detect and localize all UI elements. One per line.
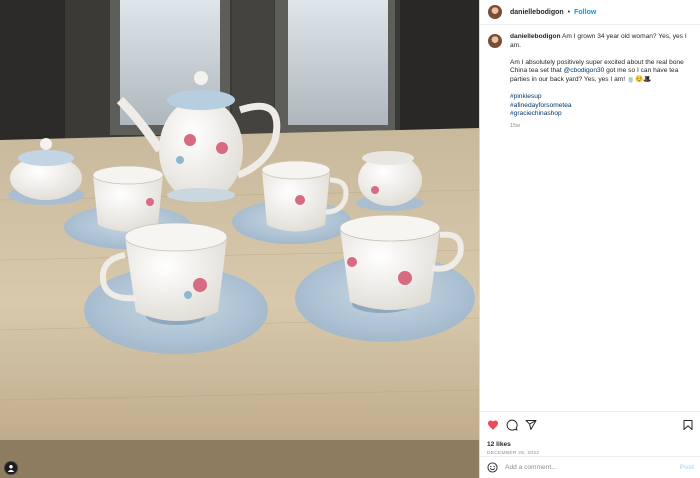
follow-button[interactable]: Follow bbox=[574, 9, 596, 16]
caption-username[interactable]: daniellebodigon bbox=[510, 33, 561, 40]
caption-timestamp[interactable]: 15w bbox=[510, 122, 692, 131]
avatar[interactable] bbox=[488, 5, 502, 19]
separator-dot: • bbox=[567, 8, 571, 16]
hashtag-link[interactable]: #graciechinashop bbox=[510, 110, 692, 119]
caption-text: daniellebodigon Am I grown 34 year old w… bbox=[510, 33, 692, 131]
comment-bar: Post bbox=[480, 456, 700, 478]
heart-icon[interactable] bbox=[487, 419, 499, 431]
caption-avatar[interactable] bbox=[488, 34, 502, 48]
tea-set-image bbox=[0, 0, 479, 478]
mention-link[interactable]: @cbodigon30 bbox=[564, 67, 605, 74]
action-bar: 12 likes DECEMBER 28, 2022 bbox=[480, 411, 700, 456]
hashtag-list: #pinkiesup #afinedayforsometea #graciech… bbox=[510, 93, 692, 119]
comment-input[interactable] bbox=[505, 464, 680, 471]
post-detail-panel: daniellebodigon • Follow daniellebodigon… bbox=[479, 0, 700, 478]
post-header: daniellebodigon • Follow bbox=[480, 0, 700, 25]
share-icon[interactable] bbox=[525, 419, 537, 431]
caption-block: daniellebodigon Am I grown 34 year old w… bbox=[480, 25, 700, 131]
hashtag-link[interactable]: #afinedayforsometea bbox=[510, 102, 692, 111]
post-photo[interactable] bbox=[0, 0, 479, 478]
bookmark-icon[interactable] bbox=[682, 419, 694, 431]
emoji-icon[interactable] bbox=[487, 462, 498, 473]
post-comment-button[interactable]: Post bbox=[680, 464, 694, 471]
hashtag-link[interactable]: #pinkiesup bbox=[510, 93, 692, 102]
comment-icon[interactable] bbox=[506, 419, 518, 431]
like-count[interactable]: 12 likes bbox=[487, 441, 694, 448]
user-tag-icon[interactable] bbox=[4, 461, 18, 475]
header-username[interactable]: daniellebodigon bbox=[510, 9, 564, 16]
